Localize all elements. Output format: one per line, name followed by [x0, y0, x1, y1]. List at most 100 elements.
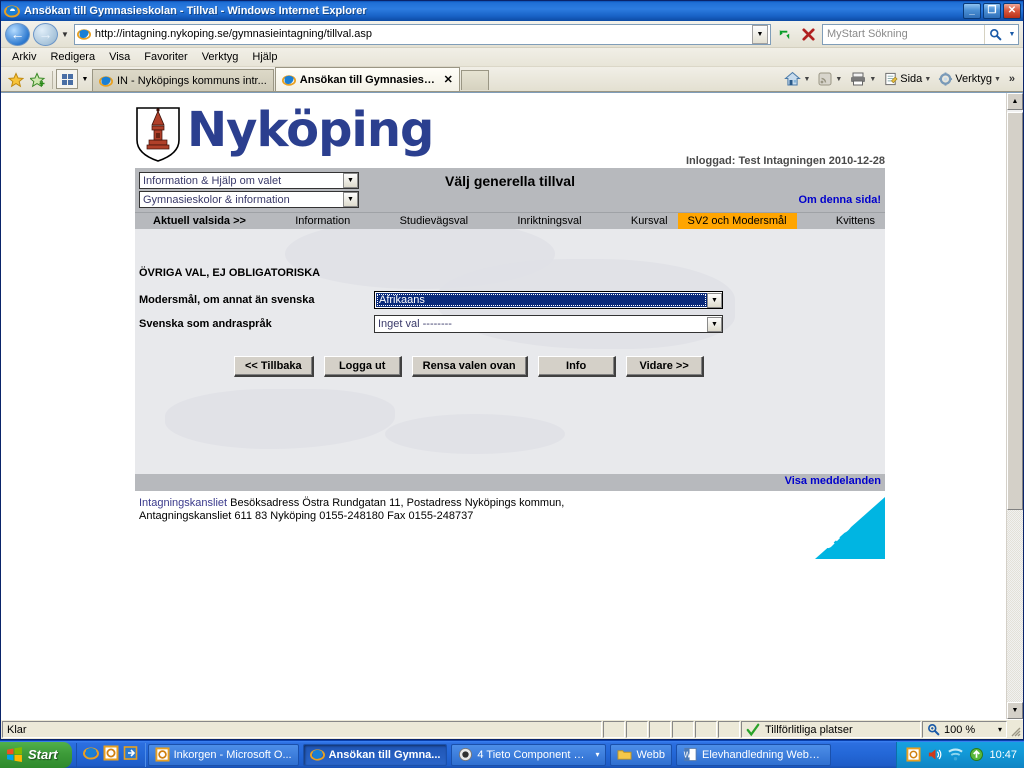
scroll-up-button[interactable]: ▲ [1007, 93, 1023, 110]
quick-launch-outlook-icon[interactable] [103, 745, 119, 764]
taskbar-label: 4 Tieto Component M... [477, 748, 592, 761]
nav-item-kvittens[interactable]: Kvittens [826, 213, 885, 229]
select-gymnasieskolor[interactable]: Gymnasieskolor & information ▼ [139, 191, 359, 208]
next-button[interactable]: Vidare >> [625, 356, 704, 377]
chevron-down-icon[interactable]: ▼ [924, 76, 931, 83]
search-input[interactable]: MyStart Sökning [823, 28, 984, 40]
chevron-down-icon[interactable]: ▼ [803, 76, 810, 83]
clock-tray-icon[interactable] [905, 747, 921, 763]
print-button[interactable]: ▼ [846, 69, 879, 89]
back-button[interactable]: << Tillbaka [234, 356, 314, 377]
taskbar-clock[interactable]: 10:47 [989, 749, 1017, 761]
add-to-favorites-icon[interactable] [27, 69, 49, 91]
select-modersmal[interactable]: Afrikaans ▼ [374, 291, 723, 309]
about-page-link[interactable]: Om denna sida! [798, 194, 881, 206]
zoom-control[interactable]: 100 % ▾ [922, 721, 1007, 738]
svg-text:W: W [684, 750, 692, 759]
chevron-down-icon[interactable]: ▼ [343, 192, 358, 207]
browser-tab-1[interactable]: IN - Nyköpings kommuns intr... [92, 69, 274, 91]
logout-button[interactable]: Logga ut [323, 356, 402, 377]
feeds-button[interactable]: ▼ [814, 69, 845, 89]
page-content-area: Nyköping Inloggad: Test Intagningen 2010… [1, 93, 1006, 719]
chevron-down-icon[interactable]: ▼ [343, 173, 358, 188]
windows-logo-icon [7, 747, 22, 762]
chevron-down-icon[interactable]: ▼ [707, 292, 722, 308]
nav-item-information[interactable]: Information [285, 213, 360, 229]
history-dropdown-icon[interactable]: ▼ [61, 30, 69, 39]
url-text[interactable]: http://intagning.nykoping.se/gymnasieint… [95, 28, 752, 40]
chevron-down-icon[interactable]: ▾ [998, 725, 1002, 734]
taskbar-label: Ansökan till Gymna... [328, 748, 441, 761]
nav-item-sv2-modersmal[interactable]: SV2 och Modersmål [677, 213, 797, 229]
chevron-down-icon[interactable]: ▼ [994, 76, 1001, 83]
update-icon[interactable] [968, 747, 984, 763]
nav-item-kursval[interactable]: Kursval [621, 213, 678, 229]
nav-item-studievagsval[interactable]: Studievägsval [390, 213, 479, 229]
menu-item-hjalp[interactable]: Hjälp [245, 49, 284, 65]
tab-list-dropdown-icon[interactable]: ▼ [78, 69, 92, 89]
clear-selections-button[interactable]: Rensa valen ovan [411, 356, 528, 377]
forward-button[interactable]: → [33, 22, 58, 46]
menu-item-redigera[interactable]: Redigera [43, 49, 102, 65]
stop-button[interactable] [798, 24, 819, 45]
taskbar-button-elevhandledning[interactable]: W Elevhandledning Webb... [676, 743, 832, 766]
menu-item-favoriter[interactable]: Favoriter [137, 49, 194, 65]
search-icon[interactable] [984, 24, 1006, 44]
close-button[interactable]: ✕ [1003, 3, 1021, 19]
status-text: Klar [2, 721, 602, 738]
new-tab-button[interactable] [460, 70, 489, 90]
select-svenska-andrasprak[interactable]: Inget val -------- ▼ [374, 315, 723, 333]
quick-launch-show-desktop-icon[interactable] [123, 745, 139, 764]
close-icon[interactable]: ✕ [444, 73, 453, 86]
taskbar-button-outlook[interactable]: Inkorgen - Microsoft O... [147, 743, 299, 766]
volume-icon[interactable] [926, 747, 942, 763]
quick-launch-ie-icon[interactable] [82, 745, 99, 764]
network-icon[interactable] [947, 747, 963, 763]
url-dropdown-icon[interactable]: ▼ [752, 24, 768, 44]
minimize-button[interactable]: _ [963, 3, 981, 19]
url-bar[interactable]: http://intagning.nykoping.se/gymnasieint… [73, 23, 771, 45]
page-menu-label: Sida [900, 73, 923, 85]
info-button[interactable]: Info [537, 356, 616, 377]
browser-tab-2-active[interactable]: Ansökan till Gymnasieskol... ✕ [274, 67, 460, 91]
tab-bar: ▼ IN - Nyköpings kommuns intr... Ansökan… [1, 67, 1023, 92]
ie-icon [4, 3, 20, 19]
chevron-down-icon[interactable]: ▼ [707, 316, 722, 332]
overflow-chevron-icon[interactable]: » [1005, 73, 1019, 85]
maximize-button[interactable]: ❐ [983, 3, 1001, 19]
scroll-down-button[interactable]: ▼ [1007, 702, 1023, 719]
nav-spacer [360, 213, 389, 229]
scrollbar-track[interactable] [1007, 510, 1023, 702]
menu-item-arkiv[interactable]: Arkiv [5, 49, 43, 65]
scrollbar-thumb[interactable] [1007, 112, 1023, 510]
nav-item-inriktningsval[interactable]: Inriktningsval [507, 213, 591, 229]
start-button[interactable]: Start [0, 741, 72, 768]
quick-tabs-icon[interactable] [56, 69, 78, 89]
footer-office-link[interactable]: Intagningskansliet [139, 497, 227, 509]
nykoping-coat-of-arms-icon [135, 106, 181, 163]
menu-bar: Arkiv Redigera Visa Favoriter Verktyg Hj… [1, 48, 1023, 67]
chevron-down-icon[interactable]: ▾ [595, 750, 599, 759]
taskbar-button-ie-active[interactable]: Ansökan till Gymna... [302, 743, 448, 766]
tools-menu-button[interactable]: Verktyg ▼ [935, 69, 1004, 89]
chevron-down-icon[interactable]: ▼ [869, 76, 876, 83]
resize-grip[interactable] [1007, 720, 1023, 739]
taskbar-button-webb[interactable]: Webb [610, 743, 673, 766]
nav-spacer [478, 213, 507, 229]
chevron-down-icon[interactable]: ▼ [835, 76, 842, 83]
page-scrollbar[interactable]: ▲ ▼ [1006, 93, 1023, 719]
back-button[interactable]: ← [5, 22, 30, 46]
taskbar-button-tieto-component[interactable]: 4 Tieto Component M... ▾ [451, 743, 607, 766]
favorites-center-icon[interactable] [5, 69, 27, 91]
security-zone[interactable]: Tillförlitliga platser [741, 721, 921, 738]
home-button[interactable]: ▼ [781, 69, 813, 89]
search-box[interactable]: MyStart Sökning ▼ [822, 23, 1019, 45]
show-messages-link[interactable]: Visa meddelanden [785, 475, 881, 487]
refresh-button[interactable] [774, 24, 795, 45]
page-menu-button[interactable]: Sida ▼ [880, 69, 934, 89]
menu-item-verktyg[interactable]: Verktyg [195, 49, 246, 65]
select-information-hjalp[interactable]: Information & Hjälp om valet ▼ [139, 172, 359, 189]
search-provider-dropdown-icon[interactable]: ▼ [1006, 25, 1018, 44]
menu-item-visa[interactable]: Visa [102, 49, 137, 65]
background-watermark [385, 414, 565, 454]
